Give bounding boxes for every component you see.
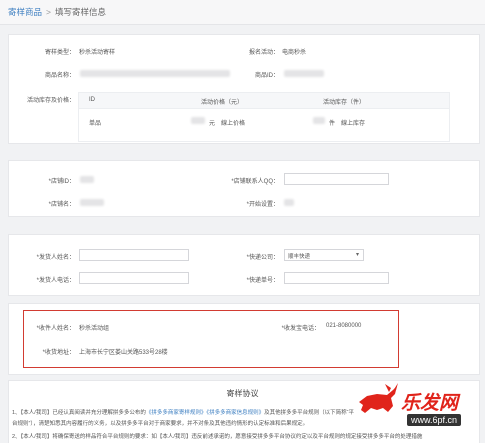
sender-phone-label: *发货人电话： [36, 278, 75, 284]
express-select[interactable]: 顺丰快递 ▾ [284, 249, 364, 261]
tracking-label: *快递单号： [246, 278, 279, 284]
store-id-value-redacted [80, 176, 94, 183]
signup-label: 报名活动： [248, 50, 279, 56]
watermark-brand: 乐发网 [401, 392, 459, 414]
type-label: 寄样类型： [44, 50, 75, 56]
table-header-id: ID [89, 97, 95, 103]
shop-prefix-value-redacted [284, 199, 294, 206]
store-name-value-redacted [80, 199, 104, 206]
protocol-line-1: 1、【本人/我司】已经认真阅读并充分理解拼多多公布的《拼多多商家寄样规则》《拼多… [12, 408, 354, 416]
shop-prefix-label: *开始设置： [246, 202, 279, 208]
protocol-line-1-start: 1、【本人/我司】已经认真阅读并充分理解拼多多公布的 [12, 410, 146, 416]
watermark: 乐发网 www.6pf.cn [355, 380, 475, 442]
breadcrumb-root-link[interactable]: 寄样商品 [8, 7, 42, 17]
store-name-label: *店铺名： [48, 202, 75, 208]
product-id-label: 商品ID： [254, 73, 279, 79]
top-bar: 寄样商品 > 填写寄样信息 [0, 0, 485, 25]
table-cell-stock-note: 線上库存 [341, 121, 366, 127]
signup-value: 电商秒杀 [282, 50, 307, 56]
product-name-value-redacted [80, 70, 230, 77]
table-cell-stock-unit: 件 [329, 121, 336, 127]
table-header-stock: 活动库存（件） [323, 100, 366, 106]
table-cell-stock-redacted [313, 117, 325, 124]
table-header-row: ID 活动价格（元） 活动库存（件） [79, 93, 449, 109]
store-id-label: *店铺ID： [48, 179, 75, 185]
bull-logo-icon [359, 383, 398, 413]
contact-qq-label: *店铺联系人QQ： [231, 179, 279, 185]
watermark-url: www.6pf.cn [407, 414, 462, 426]
breadcrumb-separator: > [46, 7, 51, 17]
store-info-card [8, 160, 480, 217]
sender-name-input[interactable] [79, 249, 189, 261]
table-header-price: 活动价格（元） [201, 100, 244, 106]
protocol-rules-link[interactable]: 《拼多多商家寄样规则》《拼多多商家信息规则》 [146, 410, 264, 416]
tracking-number-input[interactable] [284, 272, 389, 284]
table-cell-single: 单品 [89, 121, 102, 127]
sender-phone-input[interactable] [79, 272, 189, 284]
table-cell-price-redacted [191, 117, 205, 124]
breadcrumb-current: 填写寄样信息 [54, 7, 106, 17]
stock-price-label: 活动库存及价格： [26, 98, 75, 104]
protocol-line-1-cont: 台规则”），清楚知悉其内容履行的义务，以及拼多多平台对于商家要求，并不对条及其他… [12, 421, 309, 427]
chevron-down-icon: ▾ [355, 252, 359, 258]
stock-price-table: ID 活动价格（元） 活动库存（件） 单品 元 線上价格 件 線上库存 [78, 92, 450, 142]
sender-name-label: *发货人姓名： [36, 255, 75, 261]
table-cell-price-note: 線上价格 [221, 121, 246, 127]
product-id-value-redacted [284, 70, 324, 77]
breadcrumb: 寄样商品 > 填写寄样信息 [8, 6, 106, 18]
type-value: 秒杀活动寄样 [79, 50, 116, 56]
highlight-box [23, 310, 399, 368]
express-selected-value: 顺丰快递 [288, 254, 311, 260]
sender-info-card [8, 234, 480, 296]
contact-qq-input[interactable] [284, 173, 389, 185]
table-cell-price-unit: 元 [209, 121, 216, 127]
protocol-line-1-end: 及其他拼多多平台规则（以下简称“平 [264, 410, 354, 416]
product-name-label: 商品名称： [44, 73, 75, 79]
express-label: *快递公司： [246, 255, 279, 261]
